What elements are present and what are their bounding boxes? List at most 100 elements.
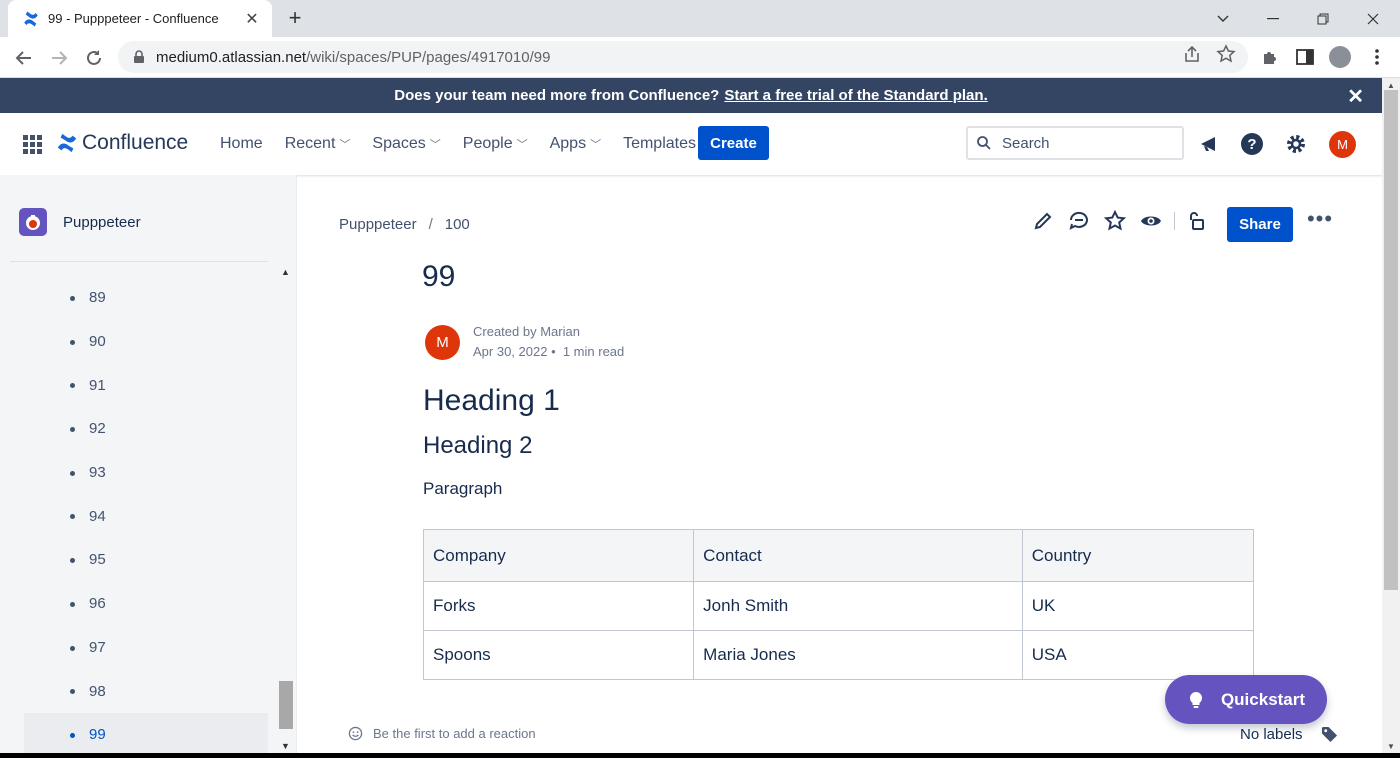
nav-home[interactable]: Home bbox=[209, 131, 274, 157]
notifications-megaphone-icon[interactable] bbox=[1196, 131, 1222, 157]
scroll-down-arrow-icon[interactable]: ▼ bbox=[281, 741, 290, 751]
forward-arrow-icon[interactable] bbox=[46, 45, 72, 71]
primary-nav: Home Recent ﹀ Spaces ﹀ People ﹀ Apps ﹀ Templ… bbox=[209, 131, 707, 157]
browser-menu-icon[interactable] bbox=[1366, 46, 1388, 68]
tag-icon[interactable] bbox=[1321, 726, 1338, 743]
content-paragraph: Paragraph bbox=[423, 479, 503, 498]
scroll-up-arrow-icon[interactable]: ▲ bbox=[281, 267, 290, 277]
trial-banner: Does your team need more from Confluence… bbox=[0, 78, 1382, 113]
banner-text: Does your team need more from Confluence… bbox=[394, 87, 720, 104]
search-box[interactable] bbox=[966, 126, 1184, 160]
labels-text: No labels bbox=[1240, 726, 1303, 743]
space-avatar-icon bbox=[19, 208, 47, 236]
minimize-button[interactable] bbox=[1250, 0, 1296, 37]
table-header-cell: Contact bbox=[693, 529, 1023, 582]
close-tab-icon[interactable]: ✕ bbox=[242, 9, 262, 29]
page-tree-item-active[interactable]: 99 bbox=[24, 712, 268, 757]
date-readtime: Apr 30, 2022 • 1 min read bbox=[473, 344, 625, 359]
share-button[interactable]: Share bbox=[1227, 207, 1293, 242]
page-tree-item[interactable]: 98 bbox=[24, 669, 268, 713]
breadcrumb-separator: / bbox=[428, 216, 433, 233]
restore-button[interactable] bbox=[1300, 0, 1346, 37]
address-bar[interactable]: medium0.atlassian.net/wiki/spaces/PUP/pa… bbox=[118, 41, 1248, 73]
top-navigation: Confluence Home Recent ﹀ Spaces ﹀ People ﹀ … bbox=[0, 113, 1382, 175]
author-avatar[interactable]: M bbox=[425, 324, 460, 360]
close-window-button[interactable] bbox=[1350, 0, 1396, 37]
tab-title: 99 - Pupppeteer - Confluence bbox=[48, 11, 219, 26]
svg-text:?: ? bbox=[1247, 136, 1256, 153]
new-tab-button[interactable]: + bbox=[283, 6, 307, 30]
page-tree-item[interactable]: 95 bbox=[24, 538, 268, 582]
confluence-logo[interactable]: Confluence bbox=[56, 131, 188, 155]
tab-search-icon[interactable] bbox=[1200, 0, 1246, 37]
page-tree-item[interactable]: 90 bbox=[24, 320, 268, 364]
browser-toolbar: medium0.atlassian.net/wiki/spaces/PUP/pa… bbox=[0, 37, 1400, 78]
share-page-icon[interactable] bbox=[1182, 44, 1202, 64]
nav-people[interactable]: People ﹀ bbox=[452, 131, 539, 157]
page-tree-item[interactable]: 96 bbox=[24, 582, 268, 626]
actions-divider bbox=[1174, 212, 1175, 230]
comment-icon[interactable] bbox=[1066, 208, 1092, 234]
sidebar-scroll-thumb[interactable] bbox=[279, 681, 293, 729]
add-reaction-button[interactable]: Be the first to add a reaction bbox=[348, 726, 536, 741]
scroll-down-arrow-icon[interactable]: ▼ bbox=[1387, 742, 1395, 751]
search-input[interactable] bbox=[1002, 134, 1162, 152]
browser-tab[interactable]: 99 - Pupppeteer - Confluence ✕ bbox=[8, 0, 272, 37]
side-panel-icon[interactable] bbox=[1294, 46, 1316, 68]
content-heading-1: Heading 1 bbox=[423, 384, 560, 417]
nav-recent[interactable]: Recent ﹀ bbox=[274, 131, 362, 157]
page-tree-item[interactable]: 89 bbox=[24, 276, 268, 320]
table-cell: Forks bbox=[422, 581, 695, 631]
page-tree-item[interactable]: 91 bbox=[24, 363, 268, 407]
sidebar-scrollbar[interactable]: ▲ ▼ bbox=[278, 265, 294, 755]
emoji-smile-icon bbox=[348, 726, 363, 741]
content-table: Company Contact Country Forks Jonh Smith… bbox=[422, 529, 1255, 680]
star-icon[interactable] bbox=[1102, 208, 1128, 234]
back-arrow-icon[interactable] bbox=[11, 45, 37, 71]
create-button[interactable]: Create bbox=[698, 126, 769, 160]
nav-templates[interactable]: Templates bbox=[612, 131, 707, 157]
table-cell: UK bbox=[1021, 581, 1255, 631]
profile-avatar-icon[interactable] bbox=[1329, 46, 1351, 68]
table-cell: Spoons bbox=[422, 630, 695, 680]
quickstart-button[interactable]: Quickstart bbox=[1165, 675, 1327, 724]
banner-close-icon[interactable]: ✕ bbox=[1347, 84, 1364, 109]
lock-icon bbox=[134, 50, 144, 63]
chevron-down-icon: ﹀ bbox=[590, 139, 602, 151]
reload-icon[interactable] bbox=[81, 45, 107, 71]
content-heading-2: Heading 2 bbox=[423, 432, 533, 459]
confluence-favicon-icon bbox=[24, 11, 38, 26]
window-scroll-thumb[interactable] bbox=[1384, 90, 1398, 590]
settings-gear-icon[interactable] bbox=[1283, 131, 1309, 157]
page-tree-item[interactable]: 92 bbox=[24, 407, 268, 451]
page-actions bbox=[1030, 208, 1219, 234]
window-scrollbar[interactable]: ▲ ▼ bbox=[1382, 78, 1400, 758]
restrictions-unlock-icon[interactable] bbox=[1183, 208, 1209, 234]
edit-pencil-icon[interactable] bbox=[1030, 208, 1056, 234]
table-row: Spoons Maria Jones USA bbox=[422, 630, 1255, 680]
breadcrumb-space[interactable]: Pupppeteer bbox=[339, 216, 417, 233]
nav-spaces[interactable]: Spaces ﹀ bbox=[361, 131, 451, 157]
breadcrumb-parent[interactable]: 100 bbox=[445, 216, 470, 233]
space-header[interactable]: Pupppeteer bbox=[19, 208, 141, 236]
app-switcher-icon[interactable] bbox=[23, 135, 42, 154]
page-tree-item[interactable]: 93 bbox=[24, 451, 268, 495]
table-cell: Jonh Smith bbox=[693, 581, 1023, 631]
page-tree-item[interactable]: 94 bbox=[24, 494, 268, 538]
user-avatar[interactable]: M bbox=[1329, 131, 1356, 158]
watch-eye-icon[interactable] bbox=[1138, 208, 1164, 234]
more-actions-icon[interactable]: ••• bbox=[1306, 208, 1334, 236]
scroll-up-arrow-icon[interactable]: ▲ bbox=[1387, 81, 1395, 90]
nav-apps[interactable]: Apps ﹀ bbox=[539, 131, 612, 157]
page-title: 99 bbox=[422, 260, 456, 293]
space-name: Pupppeteer bbox=[63, 213, 141, 231]
bookmark-star-icon[interactable] bbox=[1216, 44, 1236, 64]
table-cell: USA bbox=[1021, 630, 1255, 680]
banner-trial-link[interactable]: Start a free trial of the Standard plan. bbox=[724, 87, 987, 104]
help-icon[interactable]: ? bbox=[1239, 131, 1265, 157]
table-header-cell: Company bbox=[422, 529, 695, 582]
extensions-puzzle-icon[interactable] bbox=[1260, 46, 1282, 68]
page-tree-item[interactable]: 97 bbox=[24, 626, 268, 670]
browser-tabstrip: 99 - Pupppeteer - Confluence ✕ + bbox=[0, 0, 1400, 37]
table-header-cell: Country bbox=[1021, 529, 1255, 582]
